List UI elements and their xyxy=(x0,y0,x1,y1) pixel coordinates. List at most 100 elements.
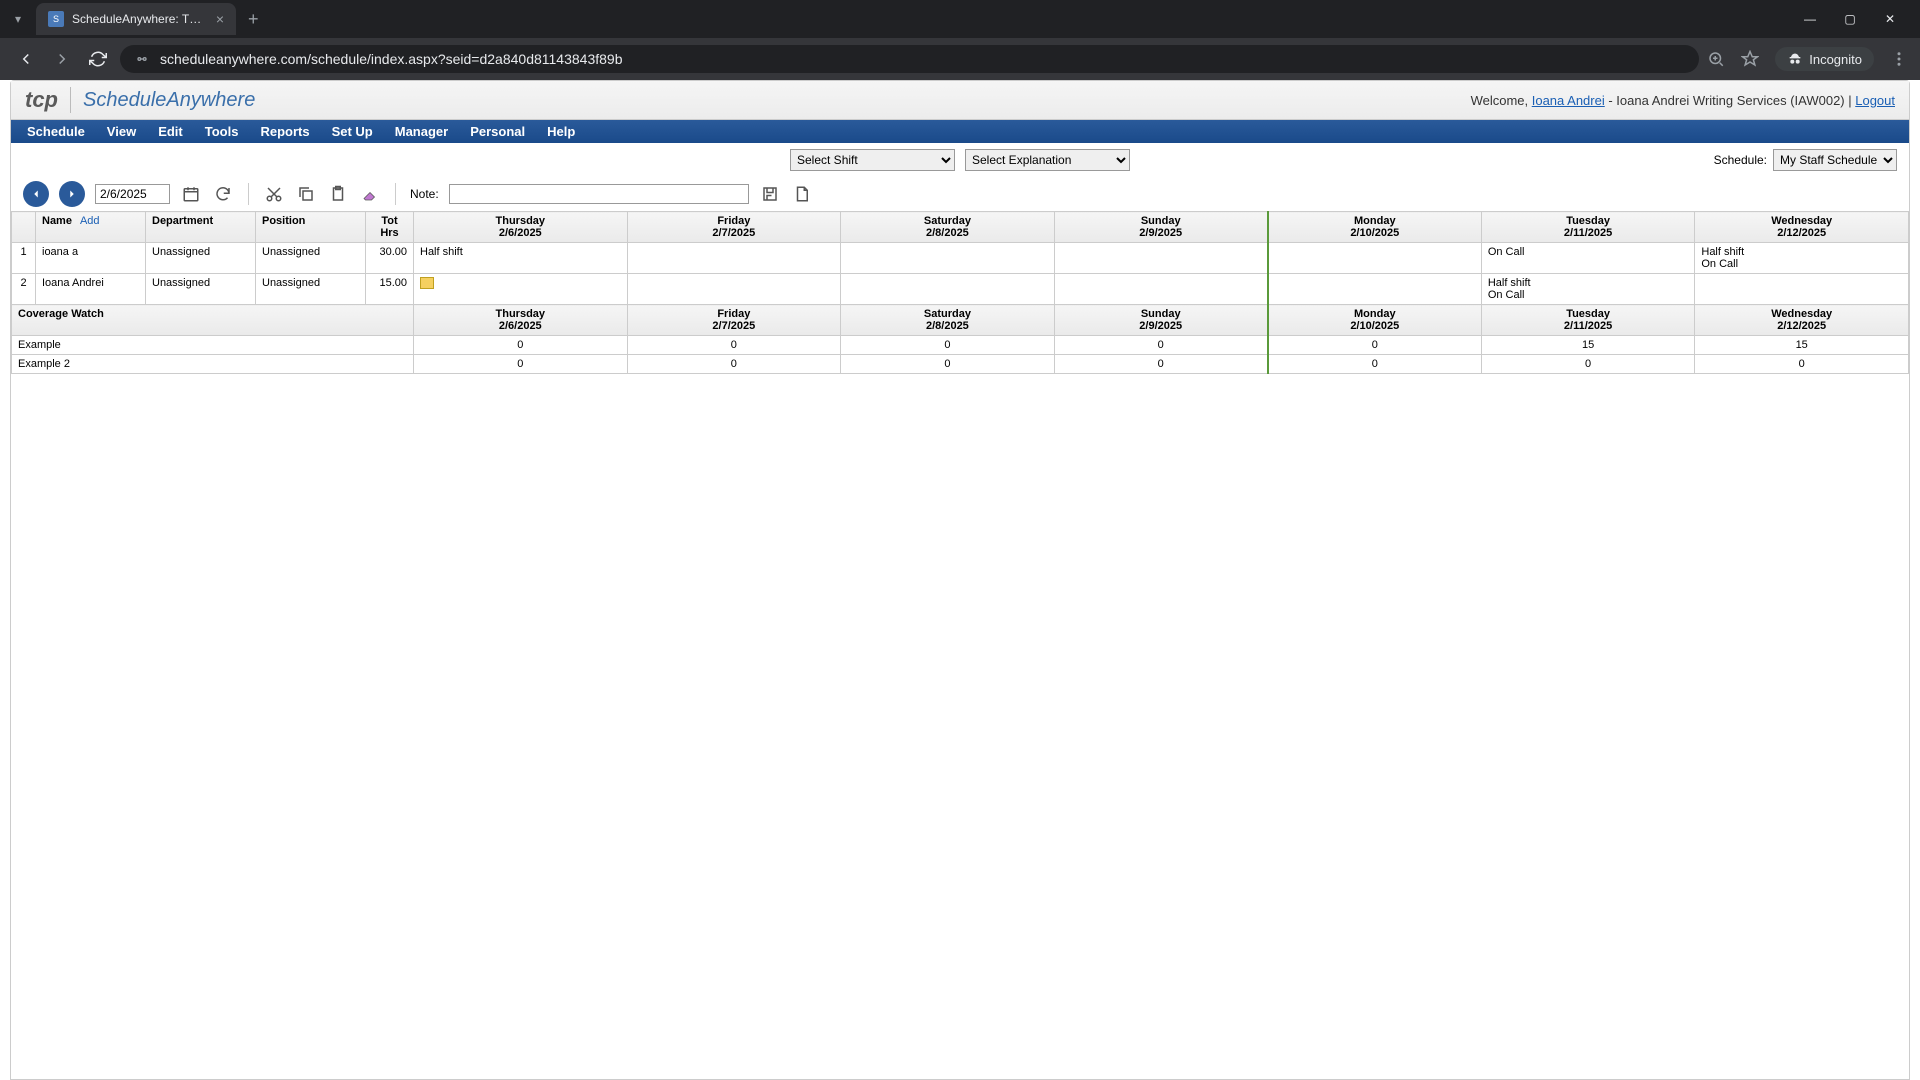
paste-icon[interactable] xyxy=(327,183,349,205)
shift-cell[interactable] xyxy=(1054,274,1268,305)
coverage-value: 0 xyxy=(1268,336,1482,355)
schedule-dropdown[interactable]: My Staff Schedule xyxy=(1773,149,1897,171)
welcome-prefix: Welcome, xyxy=(1471,93,1532,108)
site-info-icon[interactable] xyxy=(134,51,150,67)
menu-item-personal[interactable]: Personal xyxy=(470,124,525,139)
table-row: 2Ioana AndreiUnassignedUnassigned15.00Ha… xyxy=(12,274,1909,305)
logout-link[interactable]: Logout xyxy=(1855,93,1895,108)
menu-item-set-up[interactable]: Set Up xyxy=(332,124,373,139)
shift-cell[interactable]: Half shift xyxy=(414,243,628,274)
url-field[interactable]: scheduleanywhere.com/schedule/index.aspx… xyxy=(120,45,1699,73)
new-tab-button[interactable]: + xyxy=(248,9,259,30)
cut-icon[interactable] xyxy=(263,183,285,205)
day-header[interactable]: Wednesday2/12/2025 xyxy=(1695,212,1909,243)
menu-item-edit[interactable]: Edit xyxy=(158,124,183,139)
select-explanation-dropdown[interactable]: Select Explanation xyxy=(965,149,1130,171)
col-tot-hrs[interactable]: Tot Hrs xyxy=(366,212,414,243)
date-input[interactable] xyxy=(95,184,170,204)
shift-cell[interactable]: Half shiftOn Call xyxy=(1695,243,1909,274)
logo-divider xyxy=(70,87,71,113)
reload-button[interactable] xyxy=(84,45,112,73)
menu-item-view[interactable]: View xyxy=(107,124,136,139)
incognito-badge[interactable]: Incognito xyxy=(1775,47,1874,71)
coverage-name[interactable]: Example 2 xyxy=(12,355,414,374)
shift-cell[interactable]: On Call xyxy=(1481,243,1695,274)
refresh-icon[interactable] xyxy=(212,183,234,205)
day-header[interactable]: Wednesday2/12/2025 xyxy=(1695,305,1909,336)
cell-department[interactable]: Unassigned xyxy=(146,274,256,305)
day-header[interactable]: Sunday2/9/2025 xyxy=(1054,212,1268,243)
shift-cell[interactable] xyxy=(1268,243,1482,274)
shift-cell[interactable] xyxy=(1054,243,1268,274)
cell-name[interactable]: ioana a xyxy=(36,243,146,274)
new-note-icon[interactable] xyxy=(791,183,813,205)
schedule-selector: Schedule: My Staff Schedule xyxy=(1714,149,1897,171)
note-input[interactable] xyxy=(449,184,749,204)
prev-week-button[interactable] xyxy=(23,181,49,207)
day-header[interactable]: Thursday2/6/2025 xyxy=(414,305,628,336)
cell-position[interactable]: Unassigned xyxy=(256,274,366,305)
add-staff-link[interactable]: Add xyxy=(80,215,100,227)
coverage-value: 0 xyxy=(841,336,1055,355)
shift-toolbar: Select Shift Select Explanation Schedule… xyxy=(11,143,1909,177)
day-header[interactable]: Tuesday2/11/2025 xyxy=(1481,305,1695,336)
coverage-value: 0 xyxy=(1481,355,1695,374)
save-note-icon[interactable] xyxy=(759,183,781,205)
minimize-icon[interactable]: ― xyxy=(1800,12,1820,26)
forward-button[interactable] xyxy=(48,45,76,73)
address-bar: scheduleanywhere.com/schedule/index.aspx… xyxy=(0,38,1920,80)
browser-menu-icon[interactable] xyxy=(1890,50,1908,68)
zoom-icon[interactable] xyxy=(1707,50,1725,68)
day-header[interactable]: Saturday2/8/2025 xyxy=(841,212,1055,243)
shift-cell[interactable] xyxy=(414,274,628,305)
next-week-button[interactable] xyxy=(59,181,85,207)
calendar-icon[interactable] xyxy=(180,183,202,205)
menu-item-schedule[interactable]: Schedule xyxy=(27,124,85,139)
coverage-value: 0 xyxy=(414,355,628,374)
coverage-name[interactable]: Example xyxy=(12,336,414,355)
cell-department[interactable]: Unassigned xyxy=(146,243,256,274)
menu-item-reports[interactable]: Reports xyxy=(260,124,309,139)
maximize-icon[interactable]: ▢ xyxy=(1840,12,1860,26)
shift-cell[interactable] xyxy=(627,274,841,305)
day-header[interactable]: Thursday2/6/2025 xyxy=(414,212,628,243)
shift-cell[interactable]: Half shiftOn Call xyxy=(1481,274,1695,305)
close-tab-icon[interactable]: × xyxy=(216,11,224,27)
favicon-icon: S xyxy=(48,11,64,27)
select-shift-dropdown[interactable]: Select Shift xyxy=(790,149,955,171)
col-position[interactable]: Position xyxy=(256,212,366,243)
cell-position[interactable]: Unassigned xyxy=(256,243,366,274)
menu-item-manager[interactable]: Manager xyxy=(395,124,448,139)
shift-cell[interactable] xyxy=(1695,274,1909,305)
erase-icon[interactable] xyxy=(359,183,381,205)
back-button[interactable] xyxy=(12,45,40,73)
day-header[interactable]: Friday2/7/2025 xyxy=(627,305,841,336)
day-header[interactable]: Tuesday2/11/2025 xyxy=(1481,212,1695,243)
shift-cell[interactable] xyxy=(841,274,1055,305)
coverage-value: 0 xyxy=(1268,355,1482,374)
col-name[interactable]: NameAdd xyxy=(36,212,146,243)
shift-cell[interactable] xyxy=(841,243,1055,274)
day-header[interactable]: Monday2/10/2025 xyxy=(1268,305,1482,336)
tab-search-dropdown[interactable]: ▾ xyxy=(8,9,28,29)
copy-icon[interactable] xyxy=(295,183,317,205)
user-link[interactable]: Ioana Andrei xyxy=(1532,93,1605,108)
cell-name[interactable]: Ioana Andrei xyxy=(36,274,146,305)
coverage-row: Example000001515 xyxy=(12,336,1909,355)
close-window-icon[interactable]: ✕ xyxy=(1880,12,1900,26)
address-bar-right: Incognito xyxy=(1707,47,1908,71)
row-index: 1 xyxy=(12,243,36,274)
day-header[interactable]: Saturday2/8/2025 xyxy=(841,305,1055,336)
day-header[interactable]: Sunday2/9/2025 xyxy=(1054,305,1268,336)
shift-cell[interactable] xyxy=(1268,274,1482,305)
day-header[interactable]: Monday2/10/2025 xyxy=(1268,212,1482,243)
col-department[interactable]: Department xyxy=(146,212,256,243)
coverage-value: 0 xyxy=(1695,355,1909,374)
browser-tab[interactable]: S ScheduleAnywhere: The easy, a × xyxy=(36,3,236,35)
menu-item-help[interactable]: Help xyxy=(547,124,575,139)
day-header[interactable]: Friday2/7/2025 xyxy=(627,212,841,243)
bookmark-icon[interactable] xyxy=(1741,50,1759,68)
shift-note-icon[interactable] xyxy=(420,277,434,289)
menu-item-tools[interactable]: Tools xyxy=(205,124,239,139)
shift-cell[interactable] xyxy=(627,243,841,274)
